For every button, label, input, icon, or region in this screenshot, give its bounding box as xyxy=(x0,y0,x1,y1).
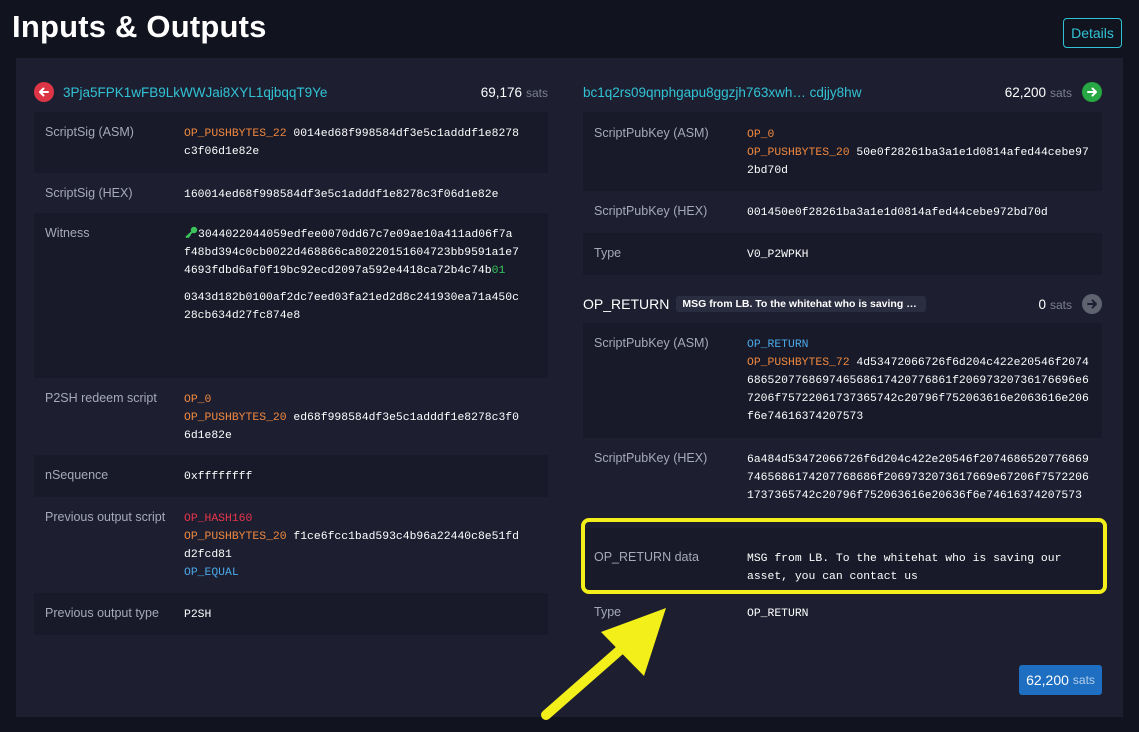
arrow-left-icon[interactable] xyxy=(34,82,54,102)
nsequence-row: nSequence 0xffffffff xyxy=(34,455,548,497)
input-column: 3Pja5FPK1wFB9LkWWJai8XYL1qjbqqT9Ye 69,17… xyxy=(34,78,548,635)
prev-output-script-row: Previous output script OP_HASH160 OP_PUS… xyxy=(34,497,548,593)
output2-type-value: OP_RETURN xyxy=(747,608,809,620)
output2-amount-value: 0 xyxy=(1038,296,1046,312)
opcode: OP_PUSHBYTES_20 xyxy=(184,531,287,543)
prev-script-value: OP_HASH160 OP_PUSHBYTES_20 f1ce6fcc1bad5… xyxy=(184,510,519,593)
output2-amount: 0 sats xyxy=(1038,297,1072,312)
p2sh-label: P2SH redeem script xyxy=(45,391,157,405)
input-amount-value: 69,176 xyxy=(480,84,522,100)
prev-type-label: Previous output type xyxy=(45,606,159,620)
nsequence-value: 0xffffffff xyxy=(184,471,253,483)
output1-hex-value: 001450e0f28261ba3a1e1d0814afed44cebe972b… xyxy=(747,207,1048,219)
total-amount-value: 62,200 xyxy=(1026,672,1069,688)
output1-amount: 62,200 sats xyxy=(1005,85,1072,100)
witness-item: 3044022044059edfee0070dd67c7e09ae10a411a… xyxy=(184,226,519,280)
arrow-right-icon[interactable] xyxy=(1082,294,1102,314)
output1-address-link[interactable]: bc1q2rs09qnphgapu8ggzjh763xwh… cdjjy8hw xyxy=(583,85,861,100)
opcode: OP_0 xyxy=(747,129,775,141)
output1-asm-row: ScriptPubKey (ASM) OP_0 OP_PUSHBYTES_20 … xyxy=(583,112,1102,191)
opcode: OP_PUSHBYTES_20 xyxy=(747,147,850,159)
scriptsig-asm-label: ScriptSig (ASM) xyxy=(45,125,134,139)
prev-script-label: Previous output script xyxy=(45,510,166,524)
witness-signature: 3044022044059edfee0070dd67c7e09ae10a411a… xyxy=(184,229,519,277)
output2-asm-label: ScriptPubKey (ASM) xyxy=(594,336,709,350)
output1-header: bc1q2rs09qnphgapu8ggzjh763xwh… cdjjy8hw … xyxy=(583,78,1102,106)
witness-label: Witness xyxy=(45,226,90,240)
input-address-link[interactable]: 3Pja5FPK1wFB9LkWWJai8XYL1qjbqqT9Ye xyxy=(63,85,327,100)
highlight-box xyxy=(581,518,1107,594)
page-title: Inputs & Outputs xyxy=(12,9,267,44)
opcode: OP_0 xyxy=(184,394,212,406)
output2-label: OP_RETURN xyxy=(583,296,670,312)
output1-asm-label: ScriptPubKey (ASM) xyxy=(594,126,709,140)
output1-type-label: Type xyxy=(594,246,622,260)
annotation-arrow-icon xyxy=(541,608,666,720)
input-amount: 69,176 sats xyxy=(481,85,548,100)
output2-header: OP_RETURN MSG from LB. To the whitehat w… xyxy=(583,291,1102,317)
scriptsig-asm-row: ScriptSig (ASM) OP_PUSHBYTES_22 0014ed68… xyxy=(34,112,548,173)
opcode: OP_PUSHBYTES_72 xyxy=(747,357,850,369)
witness-sighash: 01 xyxy=(491,265,506,277)
output1-type-row: Type V0_P2WPKH xyxy=(583,233,1102,275)
input-amount-unit: sats xyxy=(525,85,548,100)
total-amount-badge: 62,200 sats xyxy=(1019,665,1102,695)
details-button[interactable]: Details xyxy=(1063,18,1122,48)
nsequence-label: nSequence xyxy=(45,468,109,482)
arrow-right-icon[interactable] xyxy=(1082,82,1102,102)
output2-asm-value: OP_RETURN OP_PUSHBYTES_72 4d53472066726f… xyxy=(747,336,1092,438)
output2-amount-unit: sats xyxy=(1049,297,1072,312)
opcode: OP_PUSHBYTES_22 xyxy=(184,128,287,140)
output1-amount-value: 62,200 xyxy=(1004,84,1046,100)
opcode: OP_PUSHBYTES_20 xyxy=(184,412,287,424)
opcode: OP_HASH160 xyxy=(184,513,253,525)
witness-pubkey: 0343d182b0100af2dc7eed03fa21ed2d8c241930… xyxy=(184,292,519,322)
scriptsig-hex-value: 160014ed68f998584df3e5c1adddf1e8278c3f06… xyxy=(184,189,499,201)
p2sh-redeem-row: P2SH redeem script OP_0 OP_PUSHBYTES_20 … xyxy=(34,378,548,455)
output2-hex-row: ScriptPubKey (HEX) 6a484d53472066726f6d2… xyxy=(583,438,1102,528)
scriptsig-hex-row: ScriptSig (HEX) 160014ed68f998584df3e5c1… xyxy=(34,173,548,213)
opcode: OP_RETURN xyxy=(747,339,809,351)
output1-hex-row: ScriptPubKey (HEX) 001450e0f28261ba3a1e1… xyxy=(583,191,1102,233)
prev-type-value: P2SH xyxy=(184,609,212,621)
output1-type-value: V0_P2WPKH xyxy=(747,249,809,261)
output2-hex-value: 6a484d53472066726f6d204c422e20546f207468… xyxy=(747,454,1089,502)
total-amount-unit: sats xyxy=(1072,673,1095,687)
scriptsig-hex-label: ScriptSig (HEX) xyxy=(45,186,133,200)
output2-hex-label: ScriptPubKey (HEX) xyxy=(594,451,708,465)
output1-hex-label: ScriptPubKey (HEX) xyxy=(594,204,708,218)
p2sh-value: OP_0 OP_PUSHBYTES_20 ed68f998584df3e5c1a… xyxy=(184,391,519,455)
output1-asm-value: OP_0 OP_PUSHBYTES_20 50e0f28261ba3a1e1d0… xyxy=(747,126,1092,191)
scriptsig-asm-value: OP_PUSHBYTES_22 0014ed68f998584df3e5c1ad… xyxy=(184,125,519,173)
output2-asm-row: ScriptPubKey (ASM) OP_RETURN OP_PUSHBYTE… xyxy=(583,323,1102,438)
op-return-message-badge: MSG from LB. To the whitehat who is savi… xyxy=(676,296,927,312)
key-icon xyxy=(184,226,198,239)
witness-row: Witness 3044022044059edfee0070dd67c7e09a… xyxy=(34,213,548,378)
witness-value: 3044022044059edfee0070dd67c7e09ae10a411a… xyxy=(184,226,519,378)
output1-amount-unit: sats xyxy=(1049,85,1072,100)
prev-output-type-row: Previous output type P2SH xyxy=(34,593,548,635)
input-header: 3Pja5FPK1wFB9LkWWJai8XYL1qjbqqT9Ye 69,17… xyxy=(34,78,548,106)
opcode: OP_EQUAL xyxy=(184,567,239,579)
